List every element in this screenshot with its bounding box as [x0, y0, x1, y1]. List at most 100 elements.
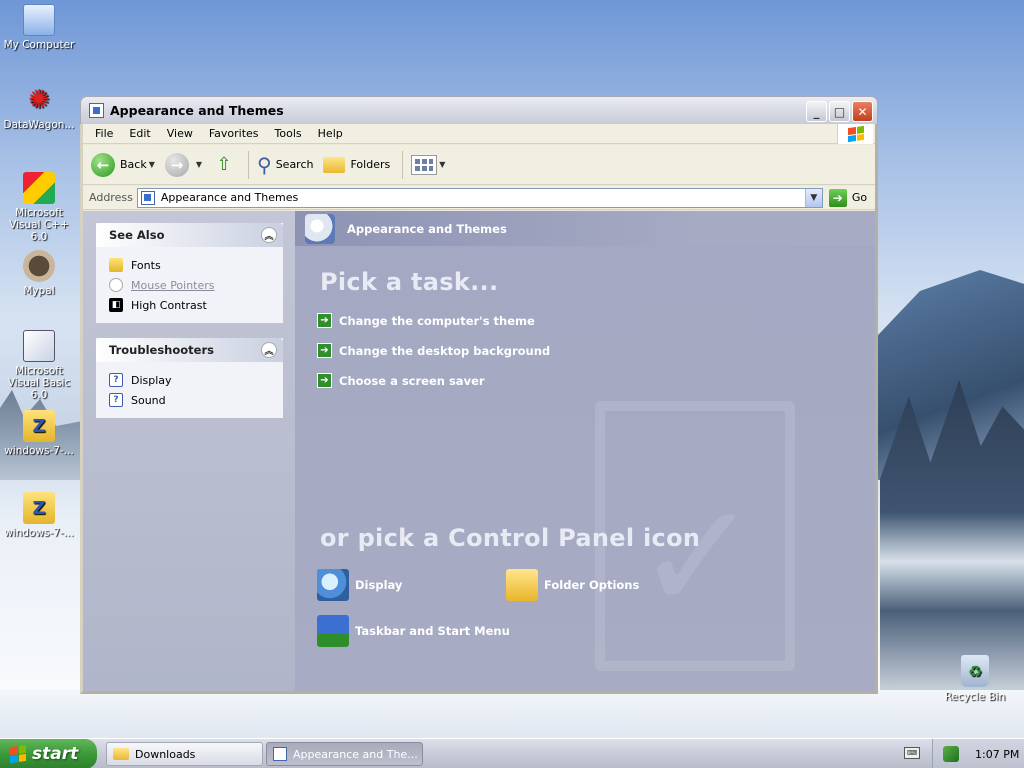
taskbar-icon: [317, 615, 349, 647]
main-pane: Appearance and Themes Pick a task... ➔ C…: [295, 211, 875, 691]
maximize-button[interactable]: □: [829, 101, 850, 122]
network-icon[interactable]: [943, 746, 959, 762]
minimize-button[interactable]: _: [806, 101, 827, 122]
menu-help[interactable]: Help: [310, 127, 351, 140]
cp-icon-display[interactable]: Display: [317, 569, 402, 601]
desktop-icon-my-computer[interactable]: My Computer: [0, 4, 78, 51]
address-dropdown-button[interactable]: ▼: [804, 188, 822, 207]
taskbar-item-label: Downloads: [135, 747, 196, 761]
see-also-fonts[interactable]: Fonts: [109, 255, 275, 275]
visual-basic-icon: [23, 330, 55, 362]
mypal-icon: [23, 250, 55, 282]
desktop-icon-windows7-archive-1[interactable]: Z windows-7-...: [0, 410, 78, 457]
zip-folder-icon: Z: [23, 410, 55, 442]
keyboard-icon[interactable]: ⌨: [904, 747, 920, 759]
folders-label: Folders: [350, 158, 391, 171]
address-value: Appearance and Themes: [160, 191, 299, 204]
see-also-mouse-pointers[interactable]: Mouse Pointers: [109, 275, 275, 295]
folder-up-icon: ⇧: [216, 154, 232, 175]
troubleshooter-item-label: Sound: [131, 393, 166, 407]
windows-logo-icon: [10, 744, 26, 764]
cp-icon-label: Folder Options: [544, 578, 640, 592]
category-header: Appearance and Themes: [295, 211, 875, 246]
help-icon: ?: [109, 393, 123, 407]
folder-icon: [113, 748, 129, 760]
go-button[interactable]: ➔ Go: [828, 188, 867, 207]
search-icon: ⚲: [257, 152, 272, 177]
close-button[interactable]: ✕: [852, 101, 873, 122]
views-icon: [411, 154, 438, 175]
cp-icon-folder-options[interactable]: Folder Options: [506, 569, 639, 601]
cp-icon-label: Display: [355, 578, 403, 592]
green-arrow-icon: ➔: [317, 343, 332, 358]
mouse-icon: [109, 278, 123, 292]
see-also-header[interactable]: See Also ︽: [96, 223, 283, 247]
folders-button[interactable]: Folders: [323, 156, 391, 173]
taskbar: start Downloads Appearance and The... ⌨ …: [0, 738, 1024, 768]
chevron-down-icon[interactable]: ▼: [149, 160, 155, 169]
menu-edit[interactable]: Edit: [121, 127, 158, 140]
desktop-icon-visual-basic[interactable]: Microsoft Visual Basic 6.0: [0, 330, 78, 401]
title-bar[interactable]: Appearance and Themes _ □ ✕: [80, 96, 878, 124]
taskbar-item-appearance[interactable]: Appearance and The...: [266, 742, 423, 766]
pick-task-heading: Pick a task...: [320, 268, 499, 296]
see-also-title: See Also: [109, 228, 165, 242]
high-contrast-icon: ◧: [109, 298, 123, 312]
category-title: Appearance and Themes: [347, 221, 507, 236]
computer-icon: [23, 4, 55, 36]
menu-view[interactable]: View: [159, 127, 201, 140]
task-choose-screensaver[interactable]: ➔ Choose a screen saver: [317, 373, 485, 388]
desktop-icon-recycle-bin[interactable]: ♻ Recycle Bin: [942, 655, 1008, 703]
collapse-icon[interactable]: ︽: [261, 342, 277, 358]
explorer-window: Appearance and Themes _ □ ✕ File Edit Vi…: [80, 96, 878, 694]
desktop-icon-mypal[interactable]: Mypal: [0, 250, 78, 297]
address-label: Address: [89, 191, 133, 204]
visual-cpp-icon: [23, 172, 55, 204]
cp-icon-taskbar-start-menu[interactable]: Taskbar and Start Menu: [317, 615, 510, 647]
back-arrow-icon: ←: [91, 152, 115, 177]
taskbar-item-downloads[interactable]: Downloads: [106, 742, 263, 766]
start-label: start: [32, 744, 79, 764]
folder-icon: [323, 156, 346, 173]
desktop-icon-windows7-archive-2[interactable]: Z windows-7-...: [0, 492, 78, 539]
desktop-icon-label: Microsoft Visual C++ 6.0: [9, 207, 69, 243]
forward-button[interactable]: → ▼: [164, 152, 202, 177]
chevron-down-icon[interactable]: ▼: [439, 160, 445, 169]
desktop-icon-datawagon[interactable]: ✺ DataWagon...: [0, 84, 78, 131]
chevron-down-icon[interactable]: ▼: [196, 160, 202, 169]
control-panel-icon: [89, 103, 104, 118]
control-panel-icon: [140, 190, 155, 205]
troubleshooters-header[interactable]: Troubleshooters ︽: [96, 338, 283, 362]
views-button[interactable]: ▼: [411, 154, 445, 175]
toolbar-separator: [402, 150, 404, 179]
search-button[interactable]: ⚲ Search: [257, 153, 313, 177]
back-button[interactable]: ← Back ▼: [91, 152, 155, 177]
see-also-high-contrast[interactable]: ◧ High Contrast: [109, 295, 275, 315]
start-button[interactable]: start: [0, 739, 97, 768]
windows-logo-icon: [837, 124, 873, 144]
go-arrow-icon: ➔: [828, 188, 847, 207]
collapse-icon[interactable]: ︽: [261, 227, 277, 243]
task-change-background[interactable]: ➔ Change the desktop background: [317, 343, 550, 358]
troubleshooter-display[interactable]: ? Display: [109, 370, 275, 390]
menu-file[interactable]: File: [87, 127, 121, 140]
desktop-icon-label: Microsoft Visual Basic 6.0: [7, 365, 71, 401]
desktop-icon-label: DataWagon...: [3, 119, 75, 131]
address-input[interactable]: Appearance and Themes ▼: [136, 187, 823, 208]
menu-bar: File Edit View Favorites Tools Help: [83, 124, 875, 144]
control-panel-icon: [273, 747, 287, 761]
up-button[interactable]: ⇧: [212, 153, 236, 177]
task-change-theme[interactable]: ➔ Change the computer's theme: [317, 313, 535, 328]
desktop-icon-label: Mypal: [23, 285, 55, 297]
clock[interactable]: 1:07 PM: [975, 748, 1019, 761]
troubleshooter-sound[interactable]: ? Sound: [109, 390, 275, 410]
help-icon: ?: [109, 373, 123, 387]
display-icon: [317, 569, 349, 601]
back-label: Back: [120, 158, 147, 171]
task-label: Change the desktop background: [339, 343, 551, 358]
desktop-icon-label: My Computer: [3, 39, 75, 51]
menu-tools[interactable]: Tools: [267, 127, 310, 140]
menu-favorites[interactable]: Favorites: [201, 127, 267, 140]
desktop-icon-visual-cpp[interactable]: Microsoft Visual C++ 6.0: [0, 172, 78, 243]
pick-icon-heading: or pick a Control Panel icon: [320, 524, 701, 552]
